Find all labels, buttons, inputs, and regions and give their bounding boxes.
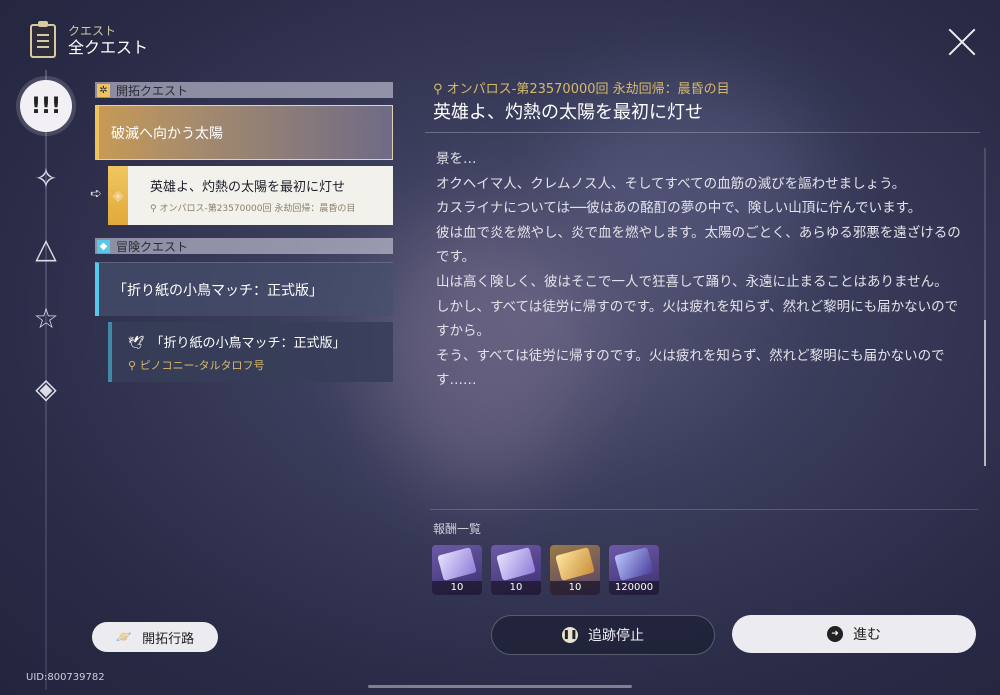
reward-item[interactable]: 10 xyxy=(491,545,541,595)
diamond-star-icon: ✧ xyxy=(34,161,58,195)
detail-title: 英雄よ、灼熱の太陽を最初に灯せ xyxy=(433,102,703,123)
description-line: そう、すべては徒労に帰すのです。火は疲れを知らず、然れど黎明にも届かないのです…… xyxy=(436,347,945,389)
arrow-right-icon: ➜ xyxy=(827,626,843,642)
adventure-chapter[interactable]: 「折り紙の小鳥マッチ：正式版」 xyxy=(95,262,393,316)
reward-count: 10 xyxy=(432,581,482,595)
quest-diamond-icon: ◈ xyxy=(108,166,128,225)
reward-item[interactable]: 10 xyxy=(550,545,600,595)
route-label: 開拓行路 xyxy=(142,631,195,647)
page-title: 全クエスト xyxy=(68,38,149,57)
proceed-button[interactable]: ➜ 進む xyxy=(732,615,976,653)
adventure-quest-item[interactable]: 🕊 「折り紙の小鳥マッチ：正式版」 ⚲ ピノコニー-タルタロフ号 xyxy=(108,322,393,382)
adventure-quest-tab[interactable]: ☆ xyxy=(28,300,64,336)
selected-quest-item[interactable]: ◈ 英雄よ、灼熱の太陽を最初に灯せ ⚲ オンパロス-第23570000回 永劫回… xyxy=(108,166,393,225)
reward-count: 10 xyxy=(491,581,541,595)
quest-location: オンパロス-第23570000回 永劫回帰：晨昏の目 xyxy=(159,204,356,214)
bird-icon: 🕊 xyxy=(128,336,145,351)
detail-location-text: オンパロス-第23570000回 永劫回帰：晨昏の目 xyxy=(446,82,730,97)
quest-log-icon xyxy=(30,21,56,58)
quest-title: 「折り紙の小鳥マッチ：正式版」 xyxy=(150,336,346,351)
chapter-title: 「折り紙の小鳥マッチ：正式版」 xyxy=(113,282,323,299)
description-line: しかし、すべては徒労に帰すのです。火は疲れを知らず、然れど黎明にも届かないのです… xyxy=(436,298,959,340)
adventure-icon: ◆ xyxy=(97,239,110,253)
section-label: 開拓クエスト xyxy=(116,83,189,98)
pause-icon: ❚❚ xyxy=(562,627,578,643)
credit-ticket-icon xyxy=(614,547,654,581)
close-icon[interactable] xyxy=(948,28,976,56)
chapter-title: 破滅へ向かう太陽 xyxy=(111,125,223,142)
reward-item[interactable]: 10 xyxy=(432,545,482,595)
planet-icon: 🪐 xyxy=(115,629,133,645)
adventure-section-header: ◆ 冒険クエスト xyxy=(95,238,393,254)
location-pin-icon: ⚲ xyxy=(128,359,140,372)
daily-quest-tab[interactable]: ◈ xyxy=(28,370,64,406)
description-line: 景を… xyxy=(436,151,477,167)
gold-book-icon xyxy=(555,547,595,581)
stop-tracking-button[interactable]: ❚❚ 追跡停止 xyxy=(491,615,715,655)
rewards-list: 10 10 10 120000 xyxy=(432,545,659,595)
divider xyxy=(425,132,980,133)
trailblaze-icon: ✲ xyxy=(97,83,110,97)
pentagon-star-icon: ☆ xyxy=(33,301,59,335)
detail-location: ⚲ オンパロス-第23570000回 永劫回帰：晨昏の目 xyxy=(433,78,730,97)
light-cone-material-icon xyxy=(496,547,536,581)
quest-title: 英雄よ、灼熱の太陽を最初に灯せ xyxy=(150,180,346,195)
quest-location: ピノコニー-タルタロフ号 xyxy=(139,359,265,372)
page-header: クエスト 全クエスト xyxy=(30,21,149,58)
diamond-icon: ◈ xyxy=(35,371,57,405)
trailblaze-section-header: ✲ 開拓クエスト xyxy=(95,82,393,98)
user-id: UID:800739782 xyxy=(26,672,105,683)
companion-quest-tab[interactable]: △ xyxy=(28,230,64,266)
reward-count: 120000 xyxy=(609,581,659,595)
stop-tracking-label: 追跡停止 xyxy=(588,628,644,644)
trailblaze-quest-tab[interactable]: ✧ xyxy=(28,160,64,196)
relic-crystal-icon xyxy=(437,547,477,581)
trailblaze-route-button[interactable]: 🪐 開拓行路 xyxy=(92,622,218,652)
proceed-label: 進む xyxy=(853,627,881,643)
scrollbar-thumb[interactable] xyxy=(984,320,986,466)
triangle-icon: △ xyxy=(35,231,57,265)
description-line: オクヘイマ人、クレムノス人、そしてすべての血筋の滅びを謳わせましょう。 xyxy=(436,175,906,192)
home-indicator xyxy=(368,685,632,688)
rewards-label: 報酬一覧 xyxy=(433,522,482,536)
section-label: 冒険クエスト xyxy=(116,239,189,254)
selected-arrow-icon: ➪ xyxy=(90,186,102,202)
header-subtitle: クエスト xyxy=(68,24,117,38)
description-line: 山は高く険しく、彼はそこで一人で狂喜して踊り、永遠に止まることはありません。 xyxy=(436,273,948,290)
quest-description: 景を… オクヘイマ人、クレムノス人、そしてすべての血筋の滅びを謳わせましょう。 … xyxy=(436,147,961,393)
reward-item[interactable]: 120000 xyxy=(609,545,659,595)
description-line: カスライナについては──彼はあの酩酊の夢の中で、険しい山頂に佇んでいます。 xyxy=(436,200,922,217)
trailblaze-chapter[interactable]: 破滅へ向かう太陽 xyxy=(95,105,393,160)
all-quests-tab[interactable]: !!! xyxy=(20,80,72,132)
description-line: 彼は血で炎を燃やし、炎で血を燃やします。太陽のごとく、あらゆる邪悪を遠ざけるので… xyxy=(436,224,961,266)
reward-count: 10 xyxy=(550,581,600,595)
divider xyxy=(430,509,978,510)
exclamation-icon: !!! xyxy=(30,93,62,119)
location-pin-icon: ⚲ xyxy=(433,82,447,97)
